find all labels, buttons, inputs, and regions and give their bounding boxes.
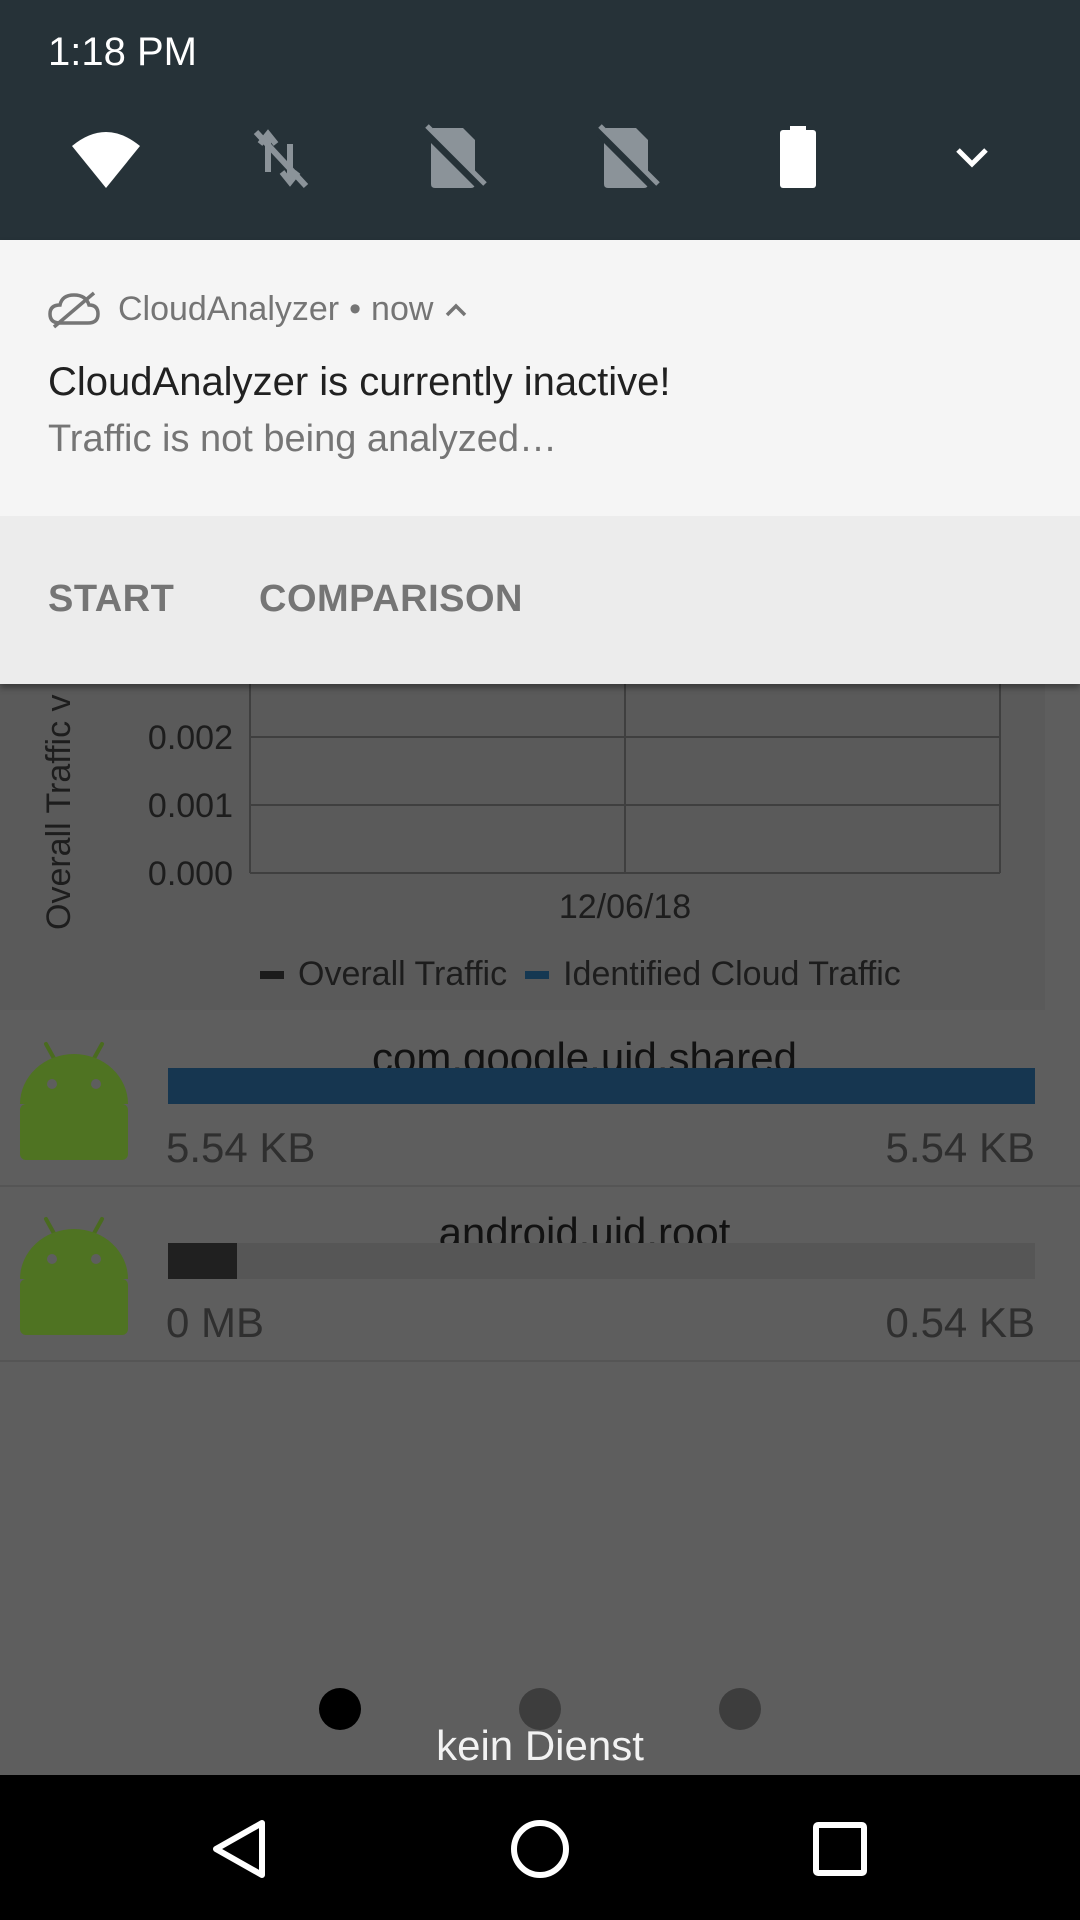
chart-grid — [249, 680, 1001, 874]
chart-legend: Overall Traffic Identified Cloud Traffic — [260, 955, 919, 994]
chart-x-tick-label: 12/06/18 — [559, 888, 691, 926]
chart-x-ticks: 12/06/18 — [559, 888, 691, 926]
legend-label: Identified Cloud Traffic — [563, 955, 901, 993]
notification-time: now — [371, 290, 434, 328]
carrier-status-text: kein Dienst — [436, 1722, 644, 1769]
recents-icon[interactable] — [802, 1811, 878, 1887]
notification-app-name: CloudAnalyzer — [118, 290, 340, 328]
home-icon[interactable] — [502, 1811, 578, 1887]
android-robot-icon — [20, 1042, 128, 1160]
back-icon[interactable] — [202, 1811, 278, 1887]
status-time: 1:18 PM — [48, 30, 197, 74]
comparison-button[interactable]: COMPARISON — [259, 578, 523, 621]
start-button[interactable]: START — [48, 578, 174, 621]
app-list-item[interactable]: android.uid.root 0 MB 0.54 KB — [0, 1187, 1080, 1362]
notification-title: CloudAnalyzer is currently inactive! — [48, 360, 671, 404]
chart-y-axis-label: Overall Traffic v — [40, 694, 78, 930]
traffic-progress-fill — [168, 1243, 238, 1279]
legend-swatch — [260, 970, 284, 979]
traffic-total-value: 0.54 KB — [885, 1299, 1035, 1346]
android-robot-icon — [20, 1217, 128, 1335]
notification-text: Traffic is not being analyzed… — [48, 418, 558, 460]
traffic-used-value: 0 MB — [166, 1299, 265, 1346]
traffic-total-value: 5.54 KB — [885, 1124, 1035, 1171]
traffic-used-value: 5.54 KB — [166, 1124, 316, 1171]
wifi-icon[interactable] — [70, 122, 142, 194]
sim-card-off-icon[interactable] — [417, 122, 489, 194]
legend-item-overall-traffic: Overall Traffic — [260, 955, 507, 994]
traffic-progress-bar — [168, 1068, 1035, 1104]
mobile-data-off-icon[interactable] — [244, 122, 316, 194]
sim-card-off-icon[interactable] — [590, 122, 662, 194]
traffic-progress-bar — [168, 1243, 1035, 1279]
notification-separator: • — [349, 290, 362, 328]
legend-swatch — [525, 970, 550, 979]
app-list-item[interactable]: com.google.uid.shared 5.54 KB 5.54 KB — [0, 1012, 1080, 1187]
chevron-up-icon[interactable] — [443, 300, 469, 320]
cloudanalyzer-notification[interactable]: CloudAnalyzer • now CloudAnalyzer is cur… — [0, 240, 1080, 684]
chart-y-tick-label: 0.002 — [148, 719, 233, 757]
chevron-down-icon[interactable] — [936, 122, 1008, 194]
notification-actions: START COMPARISON — [0, 516, 1080, 684]
legend-label: Overall Traffic — [298, 955, 508, 993]
chart-y-tick-label: 0.000 — [148, 855, 233, 893]
legend-item-identified-cloud-traffic: Identified Cloud Traffic — [525, 955, 901, 994]
navigation-bar — [0, 1775, 1080, 1920]
notification-header[interactable]: CloudAnalyzer • now — [48, 290, 487, 329]
traffic-progress-fill — [168, 1068, 1035, 1104]
quick-settings-panel: 1:18 PM — [0, 0, 1080, 240]
battery-icon[interactable] — [762, 122, 834, 194]
chart-y-tick-label: 0.001 — [148, 787, 233, 825]
cloud-off-icon — [48, 291, 100, 328]
chart-y-ticks: 0.002 0.001 0.000 — [148, 719, 233, 893]
